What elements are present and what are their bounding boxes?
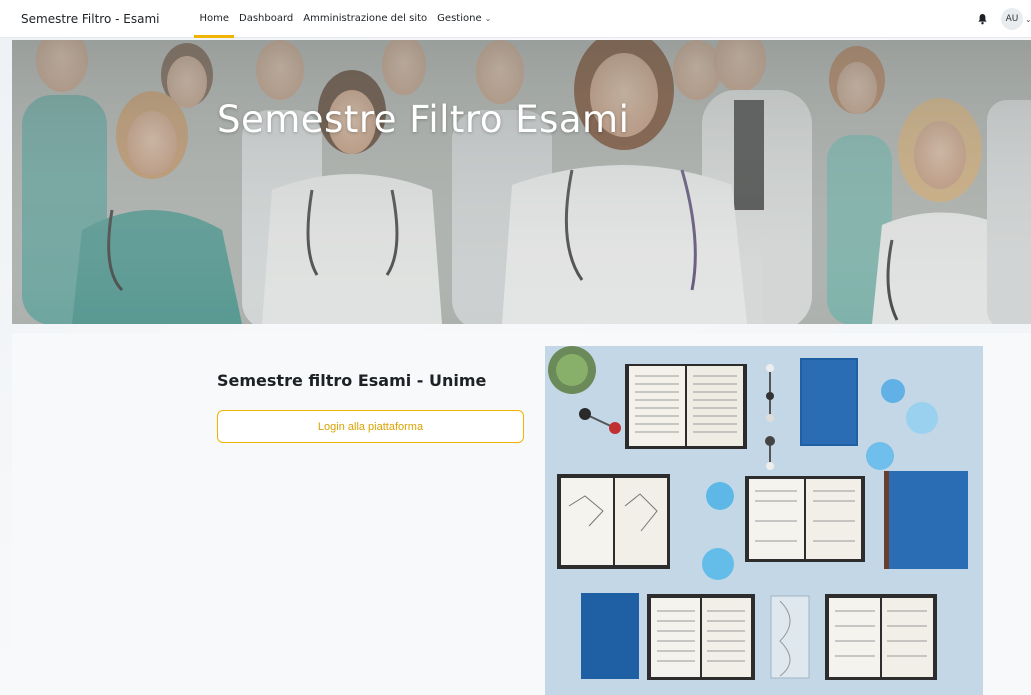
hero-banner: Semestre Filtro Esami bbox=[12, 40, 1031, 324]
user-menu-area: AU ⌄ bbox=[975, 0, 1031, 38]
nav-dashboard[interactable]: Dashboard bbox=[239, 0, 293, 38]
hero-photo bbox=[12, 40, 1031, 324]
section-title: Semestre filtro Esami - Unime bbox=[217, 371, 487, 390]
chevron-down-icon: ⌄ bbox=[484, 14, 492, 23]
nav-home-label: Home bbox=[199, 13, 230, 24]
nav-home[interactable]: Home bbox=[194, 0, 234, 38]
primary-navigation: Home Dashboard Amministrazione del sito … bbox=[194, 0, 501, 38]
nav-site-administration-label: Amministrazione del sito bbox=[303, 13, 428, 24]
nav-dashboard-label: Dashboard bbox=[239, 13, 294, 24]
top-navbar: Semestre Filtro - Esami Home Dashboard A… bbox=[0, 0, 1031, 38]
nav-gestione-label: Gestione bbox=[437, 13, 482, 24]
study-books-image bbox=[545, 346, 983, 695]
nav-site-administration[interactable]: Amministrazione del sito bbox=[303, 0, 427, 38]
hero-title: Semestre Filtro Esami bbox=[217, 98, 630, 141]
user-menu-chevron-icon[interactable]: ⌄ bbox=[1025, 15, 1031, 24]
bell-icon[interactable] bbox=[975, 12, 989, 26]
site-brand[interactable]: Semestre Filtro - Esami bbox=[21, 12, 159, 26]
nav-gestione[interactable]: Gestione ⌄ bbox=[437, 0, 491, 38]
user-avatar[interactable]: AU bbox=[1001, 8, 1023, 30]
login-button[interactable]: Login alla piattaforma bbox=[217, 410, 524, 443]
